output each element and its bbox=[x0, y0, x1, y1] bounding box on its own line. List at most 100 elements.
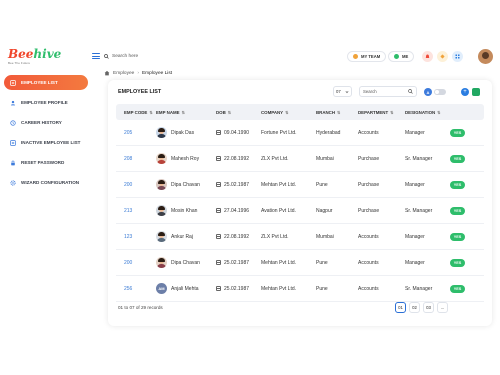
sort-icon: ⇅ bbox=[285, 109, 289, 115]
table-row[interactable]: 200 Dipa Chavan 25.02.1987 Mehtan Pvt Lt… bbox=[116, 250, 484, 276]
dob-cell: 22.08.1992 bbox=[216, 234, 261, 240]
table-row[interactable]: 200 Dipa Chavan 25.02.1987 Mehtan Pvt Lt… bbox=[116, 172, 484, 198]
sort-icon: ⇅ bbox=[390, 109, 394, 115]
home-icon[interactable] bbox=[104, 70, 110, 76]
emp-code-link[interactable]: 256 bbox=[116, 286, 156, 292]
per-page-select[interactable]: 07 bbox=[333, 86, 352, 97]
global-search[interactable]: Search here bbox=[104, 54, 138, 59]
user-icon bbox=[10, 100, 16, 106]
status-badge[interactable]: YES bbox=[450, 206, 465, 215]
notification-bell-icon[interactable] bbox=[422, 51, 433, 62]
calendar-icon bbox=[216, 234, 221, 239]
sidebar-item-inactive-employee-list[interactable]: INACTIVE EMPLOYEE LIST bbox=[4, 135, 88, 150]
apps-grid-icon[interactable] bbox=[452, 51, 463, 62]
my-team-label: MY TEAM bbox=[361, 54, 381, 59]
column-header-designation[interactable]: DESIGNATION ⇅ bbox=[405, 110, 450, 115]
page-button[interactable]: 01 bbox=[395, 302, 406, 313]
sidebar-item-employee-list[interactable]: EMPLOYEE LIST bbox=[4, 75, 88, 90]
search-placeholder: Search here bbox=[112, 53, 139, 59]
lock-icon bbox=[10, 160, 16, 166]
table-body: 205 Dipak Das 09.04.1990 Fortune Pvt Ltd… bbox=[116, 120, 484, 302]
view-toggle[interactable] bbox=[434, 89, 446, 95]
branch-cell: Mumbai bbox=[316, 155, 334, 162]
emp-name-cell: Ankur Raj bbox=[156, 231, 216, 242]
company-cell: Mehtan Pvt Ltd. bbox=[261, 285, 297, 292]
avatar bbox=[156, 127, 167, 138]
list-icon bbox=[10, 139, 16, 146]
column-header-department[interactable]: DEPARTMENT ⇅ bbox=[358, 110, 405, 115]
breadcrumb-separator: › bbox=[137, 70, 139, 76]
search-icon bbox=[104, 53, 109, 59]
designation-cell: Manager bbox=[405, 129, 425, 136]
table-row[interactable]: 213 Mosin Khan 27.04.1996 Avation Pvt Lt… bbox=[116, 198, 484, 224]
column-header-emp-name[interactable]: EMP NAME ⇅ bbox=[156, 110, 216, 115]
column-header-branch[interactable]: BRANCH ⇅ bbox=[316, 110, 358, 115]
user-avatar[interactable] bbox=[478, 49, 493, 64]
branch-cell: Pune bbox=[316, 181, 328, 188]
column-header-dob[interactable]: DOB ⇅ bbox=[216, 110, 261, 115]
breadcrumb-employee[interactable]: Employee bbox=[113, 71, 134, 76]
department-cell: Accounts bbox=[358, 129, 379, 136]
branch-cell: Mumbai bbox=[316, 233, 334, 240]
brand-name-part1: Bee bbox=[8, 47, 34, 61]
history-icon bbox=[10, 119, 16, 126]
sidebar-item-career-history[interactable]: CAREER HISTORY bbox=[4, 115, 88, 130]
sidebar-item-wizard-configuration[interactable]: WIZARD CONFIGURATION bbox=[4, 175, 88, 190]
table-row[interactable]: 256 AM Anjali Mehta 25.02.1987 Mehtan Pvt… bbox=[116, 276, 484, 302]
emp-code-link[interactable]: 123 bbox=[116, 234, 156, 240]
emp-code-link[interactable]: 200 bbox=[116, 260, 156, 266]
sidebar-item-label: EMPLOYEE PROFILE bbox=[21, 100, 68, 105]
avatar bbox=[156, 153, 167, 164]
per-page-value: 07 bbox=[336, 89, 341, 94]
add-employee-button[interactable]: + bbox=[461, 88, 469, 96]
emp-code-link[interactable]: 208 bbox=[116, 156, 156, 162]
column-header-emp-code[interactable]: EMP CODE ⇅ bbox=[116, 110, 156, 115]
status-badge[interactable]: YES bbox=[450, 154, 465, 163]
table-search-input[interactable]: Search bbox=[359, 86, 417, 97]
table-row[interactable]: 208 Mahesh Roy 22.08.1992 ZLX Pvt Ltd. M… bbox=[116, 146, 484, 172]
pagination: ‹ 01 02 03 ... › bbox=[392, 302, 448, 313]
status-badge[interactable]: YES bbox=[450, 258, 465, 267]
status-badge[interactable]: YES bbox=[450, 284, 465, 293]
sidebar-nav: EMPLOYEE LIST EMPLOYEE PROFILE CAREER HI… bbox=[4, 75, 88, 195]
sort-icon: ⇅ bbox=[437, 109, 441, 115]
sidebar-item-reset-password[interactable]: RESET PASSWORD bbox=[4, 155, 88, 170]
avatar: AM bbox=[156, 283, 167, 294]
more-pages-button[interactable]: ... bbox=[437, 302, 448, 313]
branch-cell: Hyderabad bbox=[316, 129, 341, 136]
status-badge[interactable]: YES bbox=[450, 232, 465, 241]
emp-code-link[interactable]: 205 bbox=[116, 130, 156, 136]
me-button[interactable]: ME bbox=[388, 51, 415, 62]
emp-code-link[interactable]: 200 bbox=[116, 182, 156, 188]
department-cell: Purchase bbox=[358, 155, 380, 162]
avatar bbox=[156, 231, 167, 242]
emp-code-link[interactable]: 213 bbox=[116, 208, 156, 214]
table-row[interactable]: 205 Dipak Das 09.04.1990 Fortune Pvt Ltd… bbox=[116, 120, 484, 146]
designation-cell: Manager bbox=[405, 259, 425, 266]
search-placeholder: Search bbox=[363, 89, 377, 94]
employee-list-card: EMPLOYEE LIST 07 Search A + EMP CODE ⇅ EM… bbox=[108, 80, 492, 326]
tag-icon[interactable] bbox=[437, 51, 448, 62]
list-icon bbox=[10, 79, 16, 86]
designation-cell: Sr. Manager bbox=[405, 285, 433, 292]
status-badge[interactable]: YES bbox=[450, 128, 465, 137]
branch-cell: Pune bbox=[316, 285, 328, 292]
calendar-icon bbox=[216, 156, 221, 161]
page-button[interactable]: 03 bbox=[423, 302, 434, 313]
brand-logo[interactable]: Beehive Bee The Future bbox=[8, 48, 68, 68]
dob-cell: 25.02.1987 bbox=[216, 182, 261, 188]
dob-cell: 27.04.1996 bbox=[216, 208, 261, 214]
hamburger-menu-icon[interactable] bbox=[92, 53, 100, 59]
table-row[interactable]: 123 Ankur Raj 22.08.1992 ZLX Pvt Ltd. Mu… bbox=[116, 224, 484, 250]
brand-name: Beehive bbox=[8, 48, 68, 60]
calendar-icon bbox=[216, 260, 221, 265]
my-team-button[interactable]: MY TEAM bbox=[347, 51, 387, 62]
sidebar-item-employee-profile[interactable]: EMPLOYEE PROFILE bbox=[4, 95, 88, 110]
page-button[interactable]: 02 bbox=[409, 302, 420, 313]
export-excel-icon[interactable] bbox=[472, 88, 480, 96]
user-icon bbox=[394, 54, 399, 59]
filter-badge[interactable]: A bbox=[424, 88, 432, 96]
dob-cell: 09.04.1990 bbox=[216, 130, 261, 136]
status-badge[interactable]: YES bbox=[450, 180, 465, 189]
column-header-company[interactable]: COMPANY ⇅ bbox=[261, 110, 316, 115]
